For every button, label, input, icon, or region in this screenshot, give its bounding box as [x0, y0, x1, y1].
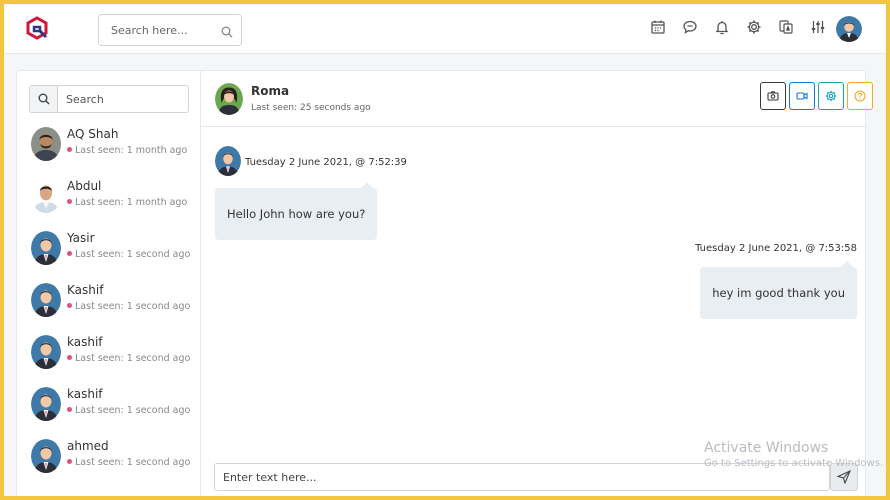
global-search-box: [98, 14, 242, 46]
contact-name: Kashif: [67, 283, 104, 297]
message-bubble-outgoing: hey im good thank you: [700, 261, 857, 319]
chat-icon[interactable]: [682, 19, 700, 37]
status-dot: [67, 407, 72, 412]
search-icon[interactable]: [30, 86, 58, 112]
contact-avatar: [31, 231, 61, 265]
gear-icon[interactable]: [746, 19, 764, 37]
contact-last-seen: Last seen: 1 month ago: [67, 145, 187, 156]
message-text: hey im good thank you: [712, 286, 845, 300]
message-timestamp: Tuesday 2 June 2021, @ 7:53:58: [695, 243, 857, 254]
contact-search-box: [29, 85, 189, 113]
status-dot: [67, 251, 72, 256]
contact-avatar: [31, 335, 61, 369]
user-avatar[interactable]: [836, 16, 862, 42]
sliders-icon[interactable]: [810, 19, 828, 37]
status-dot: [67, 199, 72, 204]
contact-avatar: [31, 439, 61, 473]
contact-item[interactable]: AQ Shah Last seen: 1 month ago: [31, 124, 196, 166]
contact-avatar: [31, 127, 61, 161]
contact-name: kashif: [67, 387, 103, 401]
contact-item[interactable]: Kashif Last seen: 1 second ago: [31, 280, 196, 322]
camera-button[interactable]: [760, 82, 786, 110]
message-bubble-incoming: Hello John how are you?: [215, 182, 378, 240]
search-icon[interactable]: [221, 23, 233, 42]
contacts-sidebar: AQ Shah Last seen: 1 month ago Abdul Las…: [17, 71, 201, 496]
contact-item[interactable]: ahmed Last seen: 1 second ago: [31, 436, 196, 478]
contact-last-seen: Last seen: 1 second ago: [67, 405, 190, 416]
chat-contact-last-seen: Last seen: 25 seconds ago: [251, 103, 371, 113]
contact-last-seen: Last seen: 1 second ago: [67, 353, 190, 364]
sender-avatar: [215, 146, 241, 176]
contact-name: ahmed: [67, 439, 109, 453]
contact-last-seen: Last seen: 1 second ago: [67, 457, 190, 468]
help-button[interactable]: [847, 82, 873, 110]
contact-avatar: [31, 387, 61, 421]
status-dot: [67, 355, 72, 360]
chat-contact-name: Roma: [251, 84, 290, 98]
video-call-button[interactable]: [789, 82, 815, 110]
contact-last-seen: Last seen: 1 month ago: [67, 197, 187, 208]
global-search-input[interactable]: [99, 15, 219, 45]
status-dot: [67, 303, 72, 308]
chat-settings-button[interactable]: [818, 82, 844, 110]
chat-area: Roma Last seen: 25 seconds ago Tuesday 2…: [201, 71, 873, 496]
contact-name: Abdul: [67, 179, 102, 193]
bell-icon[interactable]: [714, 19, 732, 37]
status-dot: [67, 147, 72, 152]
contact-last-seen: Last seen: 1 second ago: [67, 301, 190, 312]
app-frame: AQ Shah Last seen: 1 month ago Abdul Las…: [4, 4, 886, 496]
contact-name: AQ Shah: [67, 127, 119, 141]
contact-item[interactable]: Yasir Last seen: 1 second ago: [31, 228, 196, 270]
contact-last-seen: Last seen: 1 second ago: [67, 249, 190, 260]
watermark-subtitle: Go to Settings to activate Windows.: [704, 458, 884, 469]
contact-name: kashif: [67, 335, 103, 349]
contact-search-input[interactable]: [58, 86, 188, 112]
status-dot: [67, 459, 72, 464]
contact-name: Yasir: [67, 231, 95, 245]
chat-header: Roma Last seen: 25 seconds ago: [201, 71, 873, 127]
contact-avatar[interactable]: [215, 83, 243, 115]
contact-avatar: [31, 283, 61, 317]
message-text: Hello John how are you?: [227, 207, 366, 221]
translate-icon[interactable]: [778, 19, 796, 37]
logo-icon[interactable]: [24, 16, 50, 42]
calendar-icon[interactable]: [650, 19, 668, 37]
messenger-panel: AQ Shah Last seen: 1 month ago Abdul Las…: [16, 70, 873, 496]
contact-item[interactable]: kashif Last seen: 1 second ago: [31, 384, 196, 426]
message-timestamp: Tuesday 2 June 2021, @ 7:52:39: [245, 157, 407, 168]
top-bar: [4, 4, 886, 54]
contact-avatar: [31, 179, 61, 213]
activation-watermark: Activate Windows Go to Settings to activ…: [704, 440, 883, 469]
contact-item[interactable]: Abdul Last seen: 1 month ago: [31, 176, 196, 218]
contact-item[interactable]: kashif Last seen: 1 second ago: [31, 332, 196, 374]
watermark-title: Activate Windows: [704, 440, 829, 456]
